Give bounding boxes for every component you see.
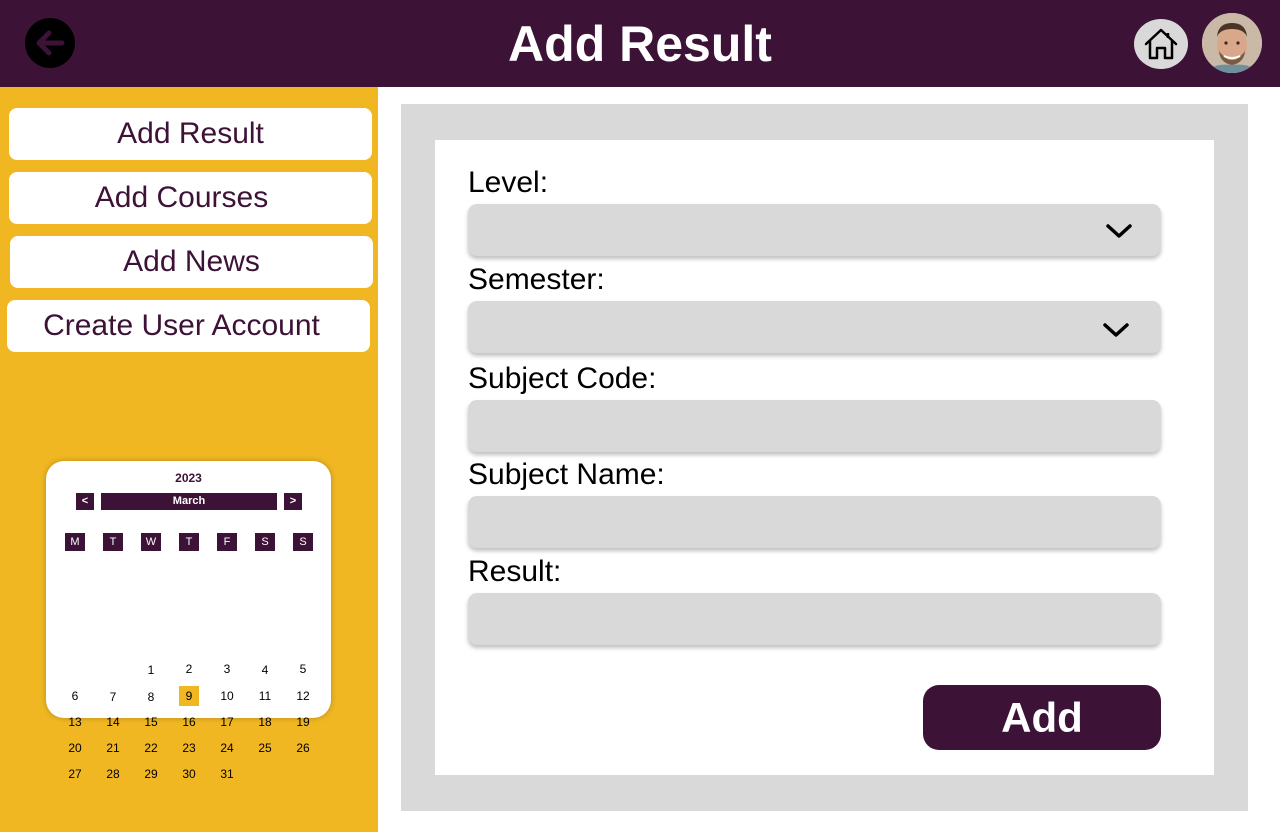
calendar-day[interactable]: 10 xyxy=(216,686,238,706)
calendar-day[interactable]: 6 xyxy=(64,686,86,706)
subject-code-label: Subject Code: xyxy=(468,362,657,395)
subject-code-input[interactable] xyxy=(468,400,1161,452)
calendar-day[interactable]: 26 xyxy=(292,738,314,758)
calendar-day[interactable]: 17 xyxy=(216,712,238,732)
calendar-day[interactable]: 24 xyxy=(216,738,238,758)
user-photo xyxy=(1202,13,1262,73)
home-button[interactable] xyxy=(1134,19,1188,69)
calendar-year: 2023 xyxy=(175,471,202,485)
calendar-widget: 2023 < March > M T W T F S S 1 2 3 4 5 6… xyxy=(46,461,331,781)
calendar-weekday: M xyxy=(65,533,85,551)
calendar-day[interactable]: 13 xyxy=(64,712,86,732)
result-label: Result: xyxy=(468,555,562,588)
calendar-day[interactable]: 1 xyxy=(140,660,162,680)
level-select[interactable] xyxy=(468,204,1161,256)
calendar-weekday: W xyxy=(141,533,161,551)
calendar-day[interactable]: 22 xyxy=(140,738,162,758)
calendar-day[interactable]: 8 xyxy=(140,687,162,707)
calendar-day[interactable]: 18 xyxy=(254,712,276,732)
sidebar-item-create-user-account[interactable]: Create User Account xyxy=(7,300,370,352)
calendar-next-month-button[interactable]: > xyxy=(284,493,302,510)
level-label: Level: xyxy=(468,166,549,199)
calendar-weekday: T xyxy=(103,533,123,551)
calendar-day[interactable]: 3 xyxy=(216,659,238,679)
page-title: Add Result xyxy=(508,16,772,72)
subject-name-label: Subject Name: xyxy=(468,458,665,491)
calendar-prev-month-button[interactable]: < xyxy=(76,493,94,510)
calendar-day[interactable]: 16 xyxy=(178,712,200,732)
calendar-day[interactable]: 28 xyxy=(102,764,124,784)
calendar-day[interactable]: 12 xyxy=(292,686,314,706)
sidebar-item-add-result[interactable]: Add Result xyxy=(9,108,372,160)
sidebar-item-add-courses[interactable]: Add Courses xyxy=(9,172,372,224)
app-header: Add Result xyxy=(0,0,1280,87)
sidebar-item-add-news[interactable]: Add News xyxy=(10,236,373,288)
calendar-day[interactable]: 20 xyxy=(64,738,86,758)
calendar-day-selected[interactable]: 9 xyxy=(179,686,199,706)
user-avatar[interactable] xyxy=(1202,13,1262,73)
calendar-day[interactable]: 11 xyxy=(254,686,276,706)
calendar-day[interactable]: 21 xyxy=(102,738,124,758)
home-icon xyxy=(1144,28,1178,60)
calendar-day[interactable]: 29 xyxy=(140,764,162,784)
calendar-day[interactable]: 27 xyxy=(64,764,86,784)
calendar-weekday: F xyxy=(217,533,237,551)
calendar-day[interactable]: 31 xyxy=(216,764,238,784)
calendar-day[interactable]: 2 xyxy=(178,659,200,679)
calendar-weekday: S xyxy=(255,533,275,551)
calendar-day[interactable]: 25 xyxy=(254,738,276,758)
calendar-day[interactable]: 19 xyxy=(292,712,314,732)
calendar-weekday: S xyxy=(293,533,313,551)
calendar-day[interactable]: 15 xyxy=(140,712,162,732)
add-button[interactable]: Add xyxy=(923,685,1161,750)
semester-select[interactable] xyxy=(468,301,1161,353)
calendar-day[interactable]: 23 xyxy=(178,738,200,758)
calendar-day[interactable]: 4 xyxy=(254,660,276,680)
result-input[interactable] xyxy=(468,593,1161,645)
calendar-day[interactable]: 7 xyxy=(102,687,124,707)
calendar-day[interactable]: 30 xyxy=(178,764,200,784)
calendar-day[interactable]: 5 xyxy=(292,659,314,679)
subject-name-input[interactable] xyxy=(468,496,1161,548)
calendar-weekday: T xyxy=(179,533,199,551)
calendar-day[interactable]: 14 xyxy=(102,712,124,732)
calendar-month: March xyxy=(101,493,277,510)
semester-label: Semester: xyxy=(468,263,605,296)
